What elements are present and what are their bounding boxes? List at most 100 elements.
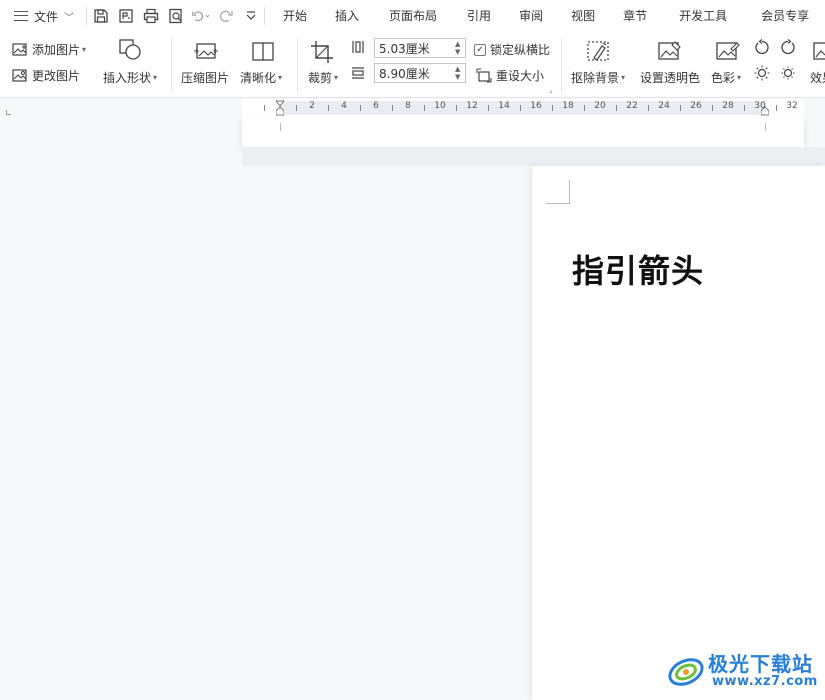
insert-shape-button[interactable]: 插入形状 ▾ bbox=[103, 69, 157, 86]
dropdown-arrow-icon: ▾ bbox=[278, 73, 283, 82]
menu-bar: 文件 ﹀ 开始 插入 页面布局 引用 审阅 视图 章节 开发工具 会员专享 bbox=[0, 0, 825, 32]
size-dialog-launcher-icon[interactable]: ⌟ bbox=[549, 85, 553, 94]
color-button[interactable]: 色彩 ▾ bbox=[711, 69, 741, 86]
set-transparent-color-button[interactable]: 设置透明色 bbox=[640, 69, 700, 86]
tab-insert[interactable]: 插入 bbox=[335, 0, 359, 32]
width-input[interactable]: 8.90厘米 ▲ ▼ bbox=[374, 63, 466, 83]
undo-icon[interactable] bbox=[191, 7, 210, 26]
watermark: 极光下载站 www.xz7.com bbox=[666, 644, 822, 696]
ribbon-tabs: 开始 插入 页面布局 引用 审阅 视图 章节 开发工具 会员专享 bbox=[271, 0, 809, 32]
group-divider bbox=[171, 38, 172, 92]
chevron-down-icon: ﹀ bbox=[64, 12, 75, 24]
tab-references[interactable]: 引用 bbox=[467, 0, 491, 32]
ruler-tick bbox=[488, 105, 489, 111]
dropdown-arrow-icon: ▾ bbox=[334, 73, 339, 82]
decrease-brightness-icon[interactable] bbox=[779, 64, 797, 82]
ruler-tick bbox=[712, 105, 713, 111]
document-page[interactable]: 指引箭头 bbox=[532, 166, 825, 700]
export-pdf-icon[interactable] bbox=[116, 7, 135, 26]
dropdown-arrow-icon: ▾ bbox=[737, 73, 742, 82]
ruler-tick bbox=[776, 105, 777, 111]
ruler-tick bbox=[680, 105, 681, 111]
checkbox-icon: ✓ bbox=[474, 43, 486, 56]
print-preview-icon[interactable] bbox=[166, 7, 185, 26]
reset-size-label: 重设大小 bbox=[496, 69, 545, 83]
crop-button[interactable]: 裁剪 ▾ bbox=[308, 69, 338, 86]
ruler-label: 26 bbox=[690, 101, 702, 111]
sharpen-button[interactable]: 清晰化 ▾ bbox=[240, 69, 282, 86]
ruler-label: 14 bbox=[498, 101, 510, 111]
crop-icon[interactable] bbox=[310, 40, 336, 64]
height-stepper[interactable]: ▲ ▼ bbox=[455, 40, 463, 56]
picture-tools-ribbon: 添加图片 ▾ 更改图片 插入形状 ▾ 压缩图片 清晰化 ▾ 裁剪 ▾ 5.03厘米 ▲ ▼ bbox=[0, 32, 825, 98]
color-label: 色彩 bbox=[711, 71, 736, 85]
tab-chapter[interactable]: 章节 bbox=[623, 0, 647, 32]
color-icon[interactable] bbox=[715, 40, 741, 64]
ruler-tick bbox=[328, 105, 329, 111]
tab-developer[interactable]: 开发工具 bbox=[679, 0, 727, 32]
effects-icon[interactable] bbox=[812, 40, 825, 64]
page-gap bbox=[242, 147, 825, 166]
sharpen-icon[interactable] bbox=[250, 40, 276, 64]
horizontal-ruler[interactable]: 2 4 6 8 10 12 14 16 18 20 22 24 26 28 30 32 bbox=[242, 99, 804, 117]
watermark-url: www.xz7.com bbox=[712, 674, 818, 689]
margin-mark bbox=[765, 123, 766, 131]
lock-aspect-ratio-checkbox[interactable]: ✓ 锁定纵横比 bbox=[474, 41, 550, 58]
height-input[interactable]: 5.03厘米 ▲ ▼ bbox=[374, 38, 466, 58]
customize-toolbar-icon[interactable] bbox=[241, 7, 260, 26]
tab-review[interactable]: 审阅 bbox=[519, 0, 543, 32]
ruler-label: 22 bbox=[626, 101, 638, 111]
rotate-left-icon[interactable] bbox=[753, 38, 771, 56]
ruler-tick bbox=[616, 105, 617, 111]
remove-background-icon[interactable] bbox=[586, 40, 612, 64]
hamburger-icon bbox=[14, 11, 28, 21]
redo-icon[interactable] bbox=[216, 7, 235, 26]
increase-brightness-icon[interactable] bbox=[753, 64, 771, 82]
tab-member[interactable]: 会员专享 bbox=[761, 0, 809, 32]
ruler-label: 28 bbox=[722, 101, 734, 111]
document-title[interactable]: 指引箭头 bbox=[572, 246, 704, 292]
dropdown-arrow-icon: ▾ bbox=[153, 73, 158, 82]
ruler-tick bbox=[648, 105, 649, 111]
ruler-tick bbox=[360, 105, 361, 111]
ruler-label: 8 bbox=[405, 101, 411, 111]
compress-picture-button[interactable]: 压缩图片 bbox=[181, 69, 229, 86]
set-transparent-color-label: 设置透明色 bbox=[640, 71, 701, 85]
ruler-label: 30 bbox=[754, 101, 766, 111]
ruler-label: 6 bbox=[373, 101, 379, 111]
ruler-label: 4 bbox=[341, 101, 347, 111]
effects-button[interactable]: 效果 bbox=[810, 69, 825, 86]
compress-picture-icon[interactable] bbox=[193, 40, 219, 64]
rotate-right-icon[interactable] bbox=[779, 38, 797, 56]
dropdown-arrow-icon: ▾ bbox=[82, 45, 87, 54]
tab-home[interactable]: 开始 bbox=[283, 0, 307, 32]
ruler-label: 18 bbox=[562, 101, 574, 111]
add-picture-icon bbox=[12, 42, 27, 56]
divider bbox=[264, 7, 265, 25]
save-icon[interactable] bbox=[91, 7, 110, 26]
ruler-tick bbox=[520, 105, 521, 111]
ruler-tick bbox=[584, 105, 585, 111]
ruler-tick bbox=[424, 105, 425, 111]
width-stepper[interactable]: ▲ ▼ bbox=[455, 65, 463, 81]
change-picture-button[interactable]: 更改图片 bbox=[12, 67, 80, 84]
margin-corner-mark bbox=[546, 180, 570, 204]
tab-view[interactable]: 视图 bbox=[571, 0, 595, 32]
remove-background-button[interactable]: 抠除背景 ▾ bbox=[571, 69, 625, 86]
add-picture-button[interactable]: 添加图片 ▾ bbox=[12, 41, 86, 58]
insert-shape-icon[interactable] bbox=[118, 38, 144, 62]
ruler-label: 2 bbox=[309, 101, 315, 111]
print-icon[interactable] bbox=[141, 7, 160, 26]
indent-marker-icon[interactable] bbox=[276, 100, 284, 116]
reset-size-button[interactable]: 重设大小 bbox=[476, 67, 544, 84]
corner-mark bbox=[6, 110, 11, 115]
ruler-label: 32 bbox=[786, 101, 798, 111]
ruler-tick bbox=[744, 105, 745, 111]
set-transparent-color-icon[interactable] bbox=[657, 40, 683, 64]
file-menu[interactable]: 文件 ﹀ bbox=[0, 0, 86, 32]
remove-background-label: 抠除背景 bbox=[571, 71, 620, 85]
ruler-label: 16 bbox=[530, 101, 542, 111]
tab-page-layout[interactable]: 页面布局 bbox=[389, 0, 437, 32]
ruler-label: 12 bbox=[466, 101, 478, 111]
ruler-label: 24 bbox=[658, 101, 670, 111]
